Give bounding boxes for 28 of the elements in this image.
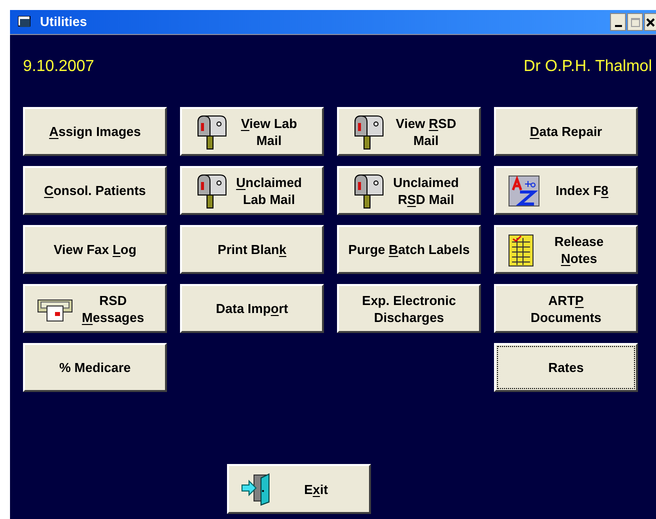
menu-button[interactable]: Unclaimed Lab Mail [180, 166, 324, 215]
menu-button[interactable]: View Fax Log [23, 225, 167, 274]
menu-button[interactable]: ARTP Documents [494, 284, 638, 333]
menu-button[interactable]: Index F8 [494, 166, 638, 215]
menu-button[interactable]: RSD Messages [23, 284, 167, 333]
menu-button[interactable]: Consol. Patients [23, 166, 167, 215]
menu-button[interactable]: Unclaimed RSD Mail [337, 166, 481, 215]
menu-button[interactable]: Data Import [180, 284, 324, 333]
menu-button[interactable]: Print Blank [180, 225, 324, 274]
window-title: Utilities [40, 13, 87, 32]
menu-button[interactable]: % Medicare [23, 343, 167, 392]
menu-button[interactable]: Exp. Electronic Discharges [337, 284, 481, 333]
doctor-name: Dr O.P.H. Thalmol [524, 57, 652, 77]
window-icon [18, 16, 32, 28]
a-to-z-icon [508, 174, 540, 206]
minimize-button[interactable] [610, 13, 626, 31]
menu-button[interactable]: Purge Batch Labels [337, 225, 481, 274]
date-label: 9.10.2007 [23, 57, 94, 77]
menu-button[interactable]: Release Notes [494, 225, 638, 274]
menu-button[interactable]: Data Repair [494, 107, 638, 156]
notepad-icon [508, 232, 534, 266]
menu-button[interactable]: Rates [494, 343, 638, 392]
close-icon [646, 18, 655, 26]
exit-button[interactable]: Exit [227, 464, 371, 514]
menu-button[interactable]: View RSD Mail [337, 107, 481, 156]
menu-button[interactable]: Assign Images [23, 107, 167, 156]
menu-button[interactable]: View Lab Mail [180, 107, 324, 156]
close-button[interactable] [644, 13, 656, 31]
